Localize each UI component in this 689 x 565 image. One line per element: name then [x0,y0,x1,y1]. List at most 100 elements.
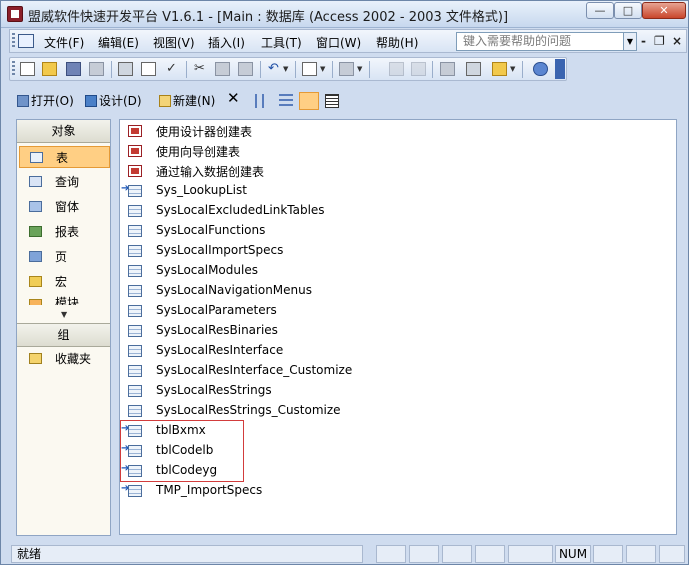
table-icon [128,385,142,397]
spelling-icon[interactable]: ✓ [164,62,179,76]
list-item[interactable]: SysLocalExcludedLinkTables [120,201,520,221]
copy-icon[interactable] [215,62,230,76]
help-dropdown-icon[interactable]: ▼ [623,32,637,51]
undo-icon[interactable]: ↶ [266,62,281,76]
menu-insert[interactable]: 插入(I) [208,34,245,51]
toolbar-options-icon[interactable] [555,59,565,79]
mdi-minimize-button[interactable]: - [641,34,646,48]
menu-window[interactable]: 窗口(W) [316,34,361,51]
sidebar-item-label: 窗体 [55,200,80,214]
list-item[interactable]: ➔ TMP_ImportSpecs [120,481,520,501]
list-item[interactable]: SysLocalNavigationMenus [120,281,520,301]
new-object-icon[interactable] [492,62,507,76]
new-button[interactable]: 新建(N) [159,92,215,109]
minimize-button[interactable]: — [586,2,614,19]
script-icon[interactable] [411,62,426,76]
list-item-label: SysLocalModules [156,263,258,277]
menu-view[interactable]: 视图(V) [153,34,195,51]
toolbar-separator [295,61,296,78]
sidebar-item-reports[interactable]: 报表 [17,221,110,243]
menu-file[interactable]: 文件(F) [44,34,84,51]
scroll-more-icon[interactable]: ▼ [61,310,67,319]
list-item[interactable]: SysLocalResInterface_Customize [120,361,520,381]
table-icon [128,325,142,337]
toolbar-grip[interactable] [12,33,15,49]
details-view-icon[interactable] [325,94,339,108]
menu-bar: 文件(F) 编辑(E) 视图(V) 插入(I) 工具(T) 窗口(W) 帮助(H… [9,29,687,53]
undo-dropdown-icon[interactable]: ▼ [283,62,291,76]
maximize-button[interactable]: □ [614,2,642,19]
toolbar-separator [432,61,433,78]
highlight-box [120,420,244,482]
properties-icon[interactable] [440,62,455,76]
objects-header[interactable]: 对象 [17,120,110,143]
mdi-close-button[interactable]: × [672,34,682,48]
list-view-button[interactable] [299,92,319,110]
open-button[interactable]: 打开(O) [17,92,74,109]
new-object-dropdown-icon[interactable]: ▼ [510,62,518,76]
list-item[interactable]: SysLocalFunctions [120,221,520,241]
delete-button[interactable]: ✕ [227,89,240,107]
analyze-icon[interactable] [339,62,354,76]
sidebar-item-queries[interactable]: 查询 [17,171,110,193]
close-button[interactable]: ✕ [642,2,686,19]
save-icon[interactable] [66,62,81,76]
status-cell [475,545,505,563]
new-icon[interactable] [20,62,35,76]
list-item[interactable]: 使用向导创建表 [120,141,520,161]
relationships-icon[interactable] [466,62,481,76]
list-item[interactable]: 使用设计器创建表 [120,121,520,141]
status-bar: 就绪 NUM [9,545,686,564]
list-item[interactable]: SysLocalResStrings [120,381,520,401]
objects-sidebar: 对象 表 查询 窗体 报表 页 宏 模块 ▼ 组 收藏夹 [16,119,111,536]
list-item[interactable]: SysLocalParameters [120,301,520,321]
sidebar-item-modules[interactable]: 模块 [17,294,110,305]
office-links-dropdown-icon[interactable]: ▼ [320,62,328,76]
menu-edit[interactable]: 编辑(E) [98,34,139,51]
file-search-icon[interactable] [89,62,104,76]
list-item[interactable]: SysLocalResStrings_Customize [120,401,520,421]
list-item-label: 使用向导创建表 [156,145,241,159]
sidebar-item-label: 查询 [55,175,80,189]
list-item[interactable]: ➔ Sys_LookupList [120,181,520,201]
sidebar-item-tables[interactable]: 表 [19,146,110,168]
list-item-label: SysLocalFunctions [156,223,266,237]
design-button[interactable]: 设计(D) [85,92,142,109]
paste-icon[interactable] [238,62,253,76]
toolbar-grip[interactable] [12,61,15,77]
table-icon [128,245,142,257]
sidebar-item-macros[interactable]: 宏 [17,271,110,293]
print-icon[interactable] [118,62,133,76]
open-button-label: 打开(O) [31,94,74,108]
menu-tools[interactable]: 工具(T) [261,34,302,51]
sidebar-item-pages[interactable]: 页 [17,246,110,268]
sidebar-item-forms[interactable]: 窗体 [17,196,110,218]
groups-header[interactable]: 组 [17,323,110,347]
mdi-restore-button[interactable]: ❐ [654,34,665,48]
menu-help[interactable]: 帮助(H) [376,34,418,51]
sidebar-item-favorites[interactable]: 收藏夹 [17,348,110,370]
toolbar-separator [186,61,187,78]
analyze-dropdown-icon[interactable]: ▼ [357,62,365,76]
list-item[interactable]: SysLocalModules [120,261,520,281]
toolbar-separator [522,61,523,78]
database-window-icon[interactable] [18,34,34,48]
wizard-icon [128,165,142,177]
large-icons-view-icon[interactable] [255,94,269,108]
open-icon[interactable] [42,62,57,76]
list-item[interactable]: SysLocalImportSpecs [120,241,520,261]
help-icon[interactable] [533,62,548,76]
application-window: 盟威软件快速开发平台 V1.6.1 - [Main : 数据库 (Access … [0,0,689,565]
cut-icon[interactable]: ✂ [192,62,207,76]
print-preview-icon[interactable] [141,62,156,76]
window-title: 盟威软件快速开发平台 V1.6.1 - [Main : 数据库 (Access … [28,10,509,25]
small-icons-view-icon[interactable] [279,94,293,108]
list-item[interactable]: SysLocalResInterface [120,341,520,361]
list-item[interactable]: 通过输入数据创建表 [120,161,520,181]
office-links-icon[interactable] [302,62,317,76]
list-item[interactable]: SysLocalResBinaries [120,321,520,341]
code-icon[interactable] [389,62,404,76]
table-icon [128,205,142,217]
table-icon [128,185,142,197]
help-search-input[interactable]: 键入需要帮助的问题 [456,32,630,51]
